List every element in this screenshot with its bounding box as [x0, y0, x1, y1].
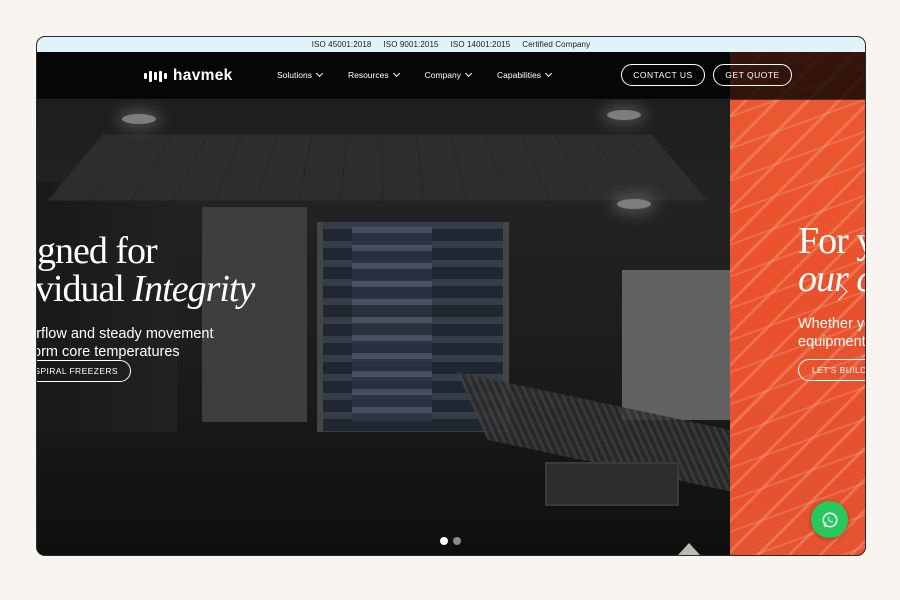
carousel-pagination: [440, 537, 461, 545]
slide2-subtitle-line1: Whether yo: [798, 316, 865, 332]
nav-solutions[interactable]: Solutions: [277, 69, 324, 80]
main-nav: Solutions Resources Company Capabilities: [277, 69, 552, 80]
havmek-bars-logo-icon: [144, 70, 167, 82]
spiral-freezers-button[interactable]: F SPIRAL FREEZERS: [37, 360, 131, 382]
cert-iso-45001: ISO 45001:2018: [311, 40, 372, 49]
logo-text: havmek: [173, 67, 233, 84]
hero-subtitle: irflow and steady movement orm core temp…: [37, 325, 254, 361]
hero-subtitle-line2: orm core temperatures: [37, 344, 180, 360]
hero-slide-next: For y our c Whether yo equipment LET'S B…: [730, 52, 865, 555]
chevron-down-icon: [392, 69, 400, 78]
hero-title-plain: vidual: [37, 268, 133, 310]
nav-solutions-label: Solutions: [277, 70, 312, 80]
chevron-down-icon: [315, 69, 324, 78]
nav-company[interactable]: Company: [424, 69, 473, 80]
nav-capabilities-label: Capabilities: [497, 70, 541, 80]
hero-title-line1: gned for: [37, 230, 158, 272]
cert-iso-9001: ISO 9001:2015: [383, 40, 439, 49]
nav-company-label: Company: [424, 70, 461, 80]
havmek-logo[interactable]: havmek: [144, 67, 233, 85]
hero-subtitle-line1: irflow and steady movement: [37, 326, 214, 342]
whatsapp-icon: [822, 512, 837, 527]
slide2-text-block: For y our c Whether yo equipment: [798, 222, 865, 351]
whatsapp-chat-button[interactable]: [811, 501, 848, 538]
carousel-dot-1[interactable]: [440, 537, 448, 545]
slide2-title-line1: For y: [798, 220, 865, 262]
nav-capabilities[interactable]: Capabilities: [497, 69, 552, 80]
hero-title: gned for vidual Integrity: [37, 230, 255, 310]
lets-build-button[interactable]: LET'S BUILD: [798, 359, 865, 381]
contact-us-button[interactable]: CONTACT US: [621, 64, 705, 86]
slide2-title: For y our c: [798, 222, 865, 298]
site-header: havmek Solutions Resources Company Capab…: [37, 52, 865, 100]
cert-certified-company: Certified Company: [522, 40, 591, 49]
browser-viewport: ISO 45001:2018 ISO 9001:2015 ISO 14001:2…: [36, 36, 866, 556]
chevron-down-icon: [464, 69, 473, 78]
nav-resources-label: Resources: [347, 70, 389, 80]
nav-resources[interactable]: Resources: [347, 69, 400, 80]
slide2-subtitle: Whether yo equipment: [798, 315, 865, 351]
hero-title-italic: Integrity: [132, 268, 255, 310]
hero-text-block: gned for vidual Integrity irflow and ste…: [37, 230, 255, 361]
carousel-dot-2[interactable]: [453, 537, 461, 545]
get-quote-button[interactable]: GET QUOTE: [713, 64, 792, 86]
scroll-down-indicator: [678, 543, 700, 555]
slide2-subtitle-line2: equipment: [798, 334, 865, 350]
certification-bar: ISO 45001:2018 ISO 9001:2015 ISO 14001:2…: [37, 37, 865, 52]
cert-iso-14001: ISO 14001:2015: [450, 40, 511, 49]
chevron-down-icon: [544, 69, 552, 78]
hero-slide-spiral-freezers: gned for vidual Integrity irflow and ste…: [37, 52, 730, 555]
hero-title-line2: vidual Integrity: [37, 268, 255, 310]
